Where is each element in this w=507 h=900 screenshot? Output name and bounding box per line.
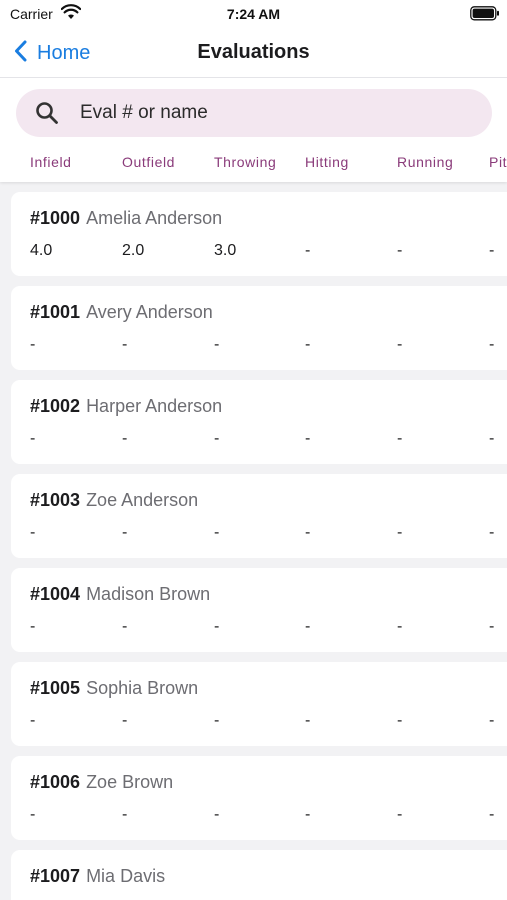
player-name: Avery Anderson [86, 302, 213, 322]
score-pit: - [489, 430, 495, 447]
evaluation-number: #1003 [30, 490, 81, 510]
score-throwing: 3.0 [214, 242, 237, 259]
score-hitting: - [305, 336, 311, 353]
evaluation-number: #1006 [30, 772, 81, 792]
score-throwing: - [214, 618, 220, 635]
evaluation-number: #1001 [30, 302, 81, 322]
score-outfield: - [122, 524, 128, 541]
score-infield: - [30, 524, 36, 541]
score-infield: - [30, 806, 36, 823]
score-pit: - [489, 242, 495, 259]
player-name: Zoe Brown [86, 772, 174, 792]
evaluation-number: #1007 [30, 866, 81, 886]
score-pit: - [489, 806, 495, 823]
score-pit: - [489, 712, 495, 729]
score-infield: - [30, 336, 36, 353]
player-name: Madison Brown [86, 584, 211, 604]
search-bar[interactable] [16, 89, 492, 137]
tab-throwing[interactable]: Throwing [214, 154, 276, 170]
evaluation-header: #1000 Amelia Anderson [30, 208, 222, 229]
tab-outfield[interactable]: Outfield [122, 154, 175, 170]
score-infield: - [30, 430, 36, 447]
evaluation-header: #1005 Sophia Brown [30, 678, 198, 699]
evaluation-header: #1007 Mia Davis [30, 866, 165, 887]
score-outfield: - [122, 806, 128, 823]
score-throwing: - [214, 336, 220, 353]
score-outfield: - [122, 712, 128, 729]
score-outfield: 2.0 [122, 242, 145, 259]
player-name: Sophia Brown [86, 678, 199, 698]
player-name: Mia Davis [86, 866, 166, 886]
score-infield: - [30, 712, 36, 729]
score-hitting: - [305, 712, 311, 729]
header: Carrier 7:24 AM Home Evaluations Eval # … [0, 0, 507, 182]
battery-icon [470, 6, 500, 26]
search-input[interactable] [80, 102, 440, 124]
evaluation-number: #1000 [30, 208, 81, 228]
score-infield: - [30, 618, 36, 635]
evaluation-card[interactable]: #1001 Avery Anderson - - - - - - [11, 286, 507, 370]
score-pit: - [489, 618, 495, 635]
score-hitting: - [305, 524, 311, 541]
status-bar: Carrier 7:24 AM [0, 0, 507, 28]
score-running: - [397, 524, 403, 541]
evaluation-number: #1002 [30, 396, 81, 416]
evaluation-number: #1005 [30, 678, 81, 698]
evaluation-card[interactable]: #1000 Amelia Anderson 4.0 2.0 3.0 - - - [11, 192, 507, 276]
tab-pit[interactable]: Pit [489, 154, 507, 170]
category-tabs: Infield Outfield Throwing Hitting Running Pit [0, 150, 507, 176]
evaluation-header: #1006 Zoe Brown [30, 772, 173, 793]
evaluation-card[interactable]: #1007 Mia Davis [11, 850, 507, 900]
evaluation-header: #1003 Zoe Anderson [30, 490, 198, 511]
score-pit: - [489, 336, 495, 353]
navigation-bar: Home Evaluations [0, 28, 507, 78]
evaluation-card[interactable]: #1005 Sophia Brown - - - - - - [11, 662, 507, 746]
score-outfield: - [122, 336, 128, 353]
score-pit: - [489, 524, 495, 541]
evaluation-header: #1002 Harper Anderson [30, 396, 222, 417]
score-running: - [397, 618, 403, 635]
score-running: - [397, 242, 403, 259]
tab-infield[interactable]: Infield [30, 154, 72, 170]
score-hitting: - [305, 430, 311, 447]
evaluation-header: #1004 Madison Brown [30, 584, 210, 605]
score-running: - [397, 336, 403, 353]
score-running: - [397, 712, 403, 729]
evaluation-card[interactable]: #1002 Harper Anderson - - - - - - [11, 380, 507, 464]
evaluation-list[interactable]: #1000 Amelia Anderson 4.0 2.0 3.0- - - #1001 Ave… [0, 182, 507, 900]
score-throwing: - [214, 712, 220, 729]
score-hitting: - [305, 806, 311, 823]
score-throwing: - [214, 524, 220, 541]
evaluation-header: #1001 Avery Anderson [30, 302, 213, 323]
score-outfield: - [122, 618, 128, 635]
clock: 7:24 AM [226, 6, 281, 22]
score-hitting: - [305, 242, 311, 259]
score-running: - [397, 430, 403, 447]
score-throwing: - [214, 430, 220, 447]
tab-hitting[interactable]: Hitting [305, 154, 349, 170]
score-throwing: - [214, 806, 220, 823]
score-hitting: - [305, 618, 311, 635]
page-title: Evaluations [197, 41, 310, 63]
player-name: Amelia Anderson [86, 208, 223, 228]
score-infield: 4.0 [30, 242, 53, 259]
player-name: Harper Anderson [86, 396, 223, 416]
evaluation-card[interactable]: #1006 Zoe Brown - - - - - - [11, 756, 507, 840]
search-icon [34, 100, 60, 126]
player-name: Zoe Anderson [86, 490, 199, 510]
evaluation-card[interactable]: #1003 Zoe Anderson - - - - - - [11, 474, 507, 558]
evaluation-number: #1004 [30, 584, 81, 604]
score-running: - [397, 806, 403, 823]
tab-running[interactable]: Running [397, 154, 453, 170]
score-outfield: - [122, 430, 128, 447]
evaluation-card[interactable]: #1004 Madison Brown - - - - - - [11, 568, 507, 652]
